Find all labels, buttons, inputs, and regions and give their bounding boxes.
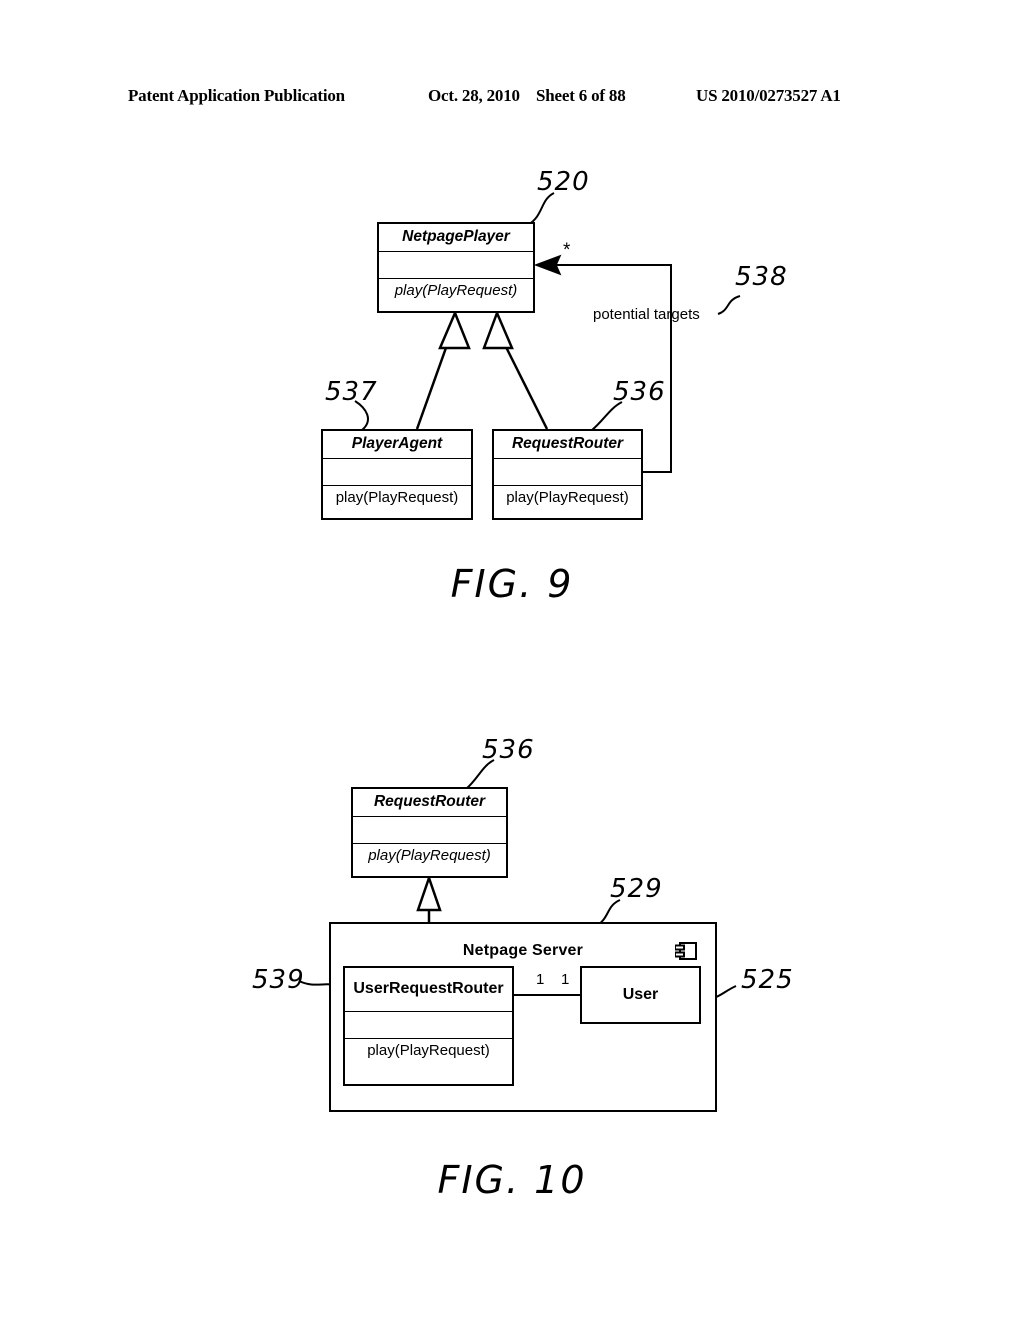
package-netpage-server-title: Netpage Server — [462, 942, 584, 959]
class-user[interactable]: User — [580, 966, 701, 1024]
association-line-user — [514, 994, 581, 996]
multiplicity-target-1: 1 — [561, 971, 570, 988]
ref-numeral-536-fig10: 536 — [482, 735, 535, 765]
class-requestrouter-fig10[interactable]: RequestRouter play(PlayRequest) — [351, 787, 508, 878]
class-userrequestrouter-name: UserRequestRouter — [345, 968, 512, 1013]
component-icon — [674, 942, 697, 960]
ref-numeral-539: 539 — [252, 965, 305, 995]
class-userrequestrouter-attributes — [345, 1012, 512, 1040]
figure-10-connectors — [298, 759, 737, 1000]
class-requestrouter-fig10-operations: play(PlayRequest) — [368, 846, 491, 864]
multiplicity-source-1: 1 — [536, 971, 545, 988]
class-requestrouter-fig10-name: RequestRouter — [353, 789, 506, 817]
figure-10-caption: FIG. 10 — [437, 1158, 587, 1202]
class-userrequestrouter-operations: play(PlayRequest) — [367, 1042, 490, 1060]
class-requestrouter-fig10-attributes — [353, 817, 506, 844]
ref-numeral-529: 529 — [610, 874, 663, 904]
ref-numeral-525: 525 — [741, 965, 794, 995]
figure-10: RequestRouter play(PlayRequest) Netpage … — [0, 0, 1024, 1320]
class-user-name: User — [622, 986, 659, 1003]
class-userrequestrouter[interactable]: UserRequestRouter play(PlayRequest) — [343, 966, 514, 1086]
